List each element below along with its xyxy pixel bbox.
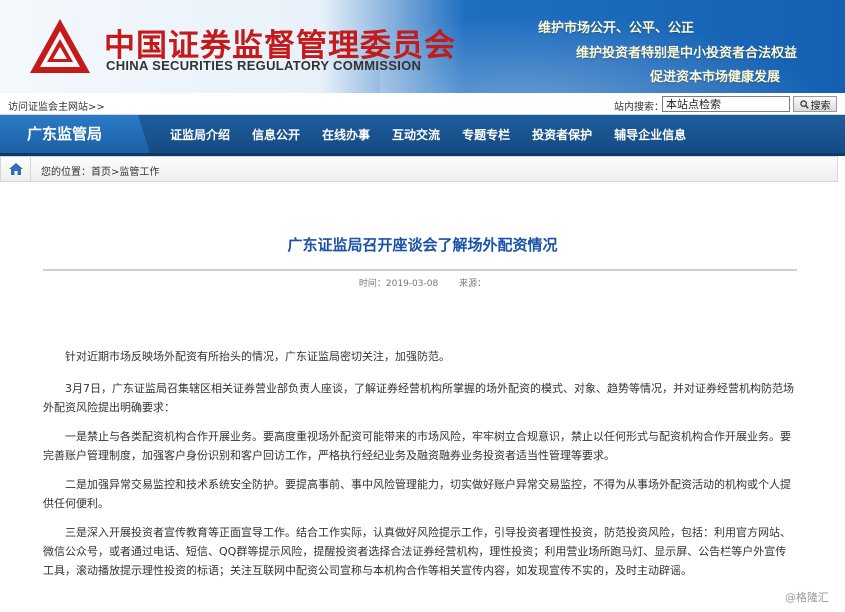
- article-paragraph-3: 一是禁止与各类配资机构合作开展业务。要高度重视场外配资可能带来的市场风险，牢牢树…: [43, 430, 791, 462]
- search-icon: [799, 99, 809, 109]
- nav-item-info-disclosure[interactable]: 信息公开: [252, 126, 300, 143]
- search-button-label: 搜索: [810, 100, 831, 112]
- article-title: 广东证监局召开座谈会了解场外配资情况: [287, 236, 558, 254]
- article-meta: 时间：2019-03-08 来源：: [0, 276, 845, 289]
- slogan-line-1: 维护市场公开、公平、公正: [538, 21, 695, 36]
- home-icon: [8, 163, 23, 175]
- search-button[interactable]: 搜索: [793, 96, 837, 112]
- home-button[interactable]: [1, 157, 31, 181]
- article-source: 来源：: [459, 279, 487, 289]
- slogan-line-2: 维护投资者特别是中小投资者合法权益: [576, 46, 798, 61]
- main-site-link[interactable]: 访问证监会主网站>>: [8, 98, 105, 113]
- article-paragraph-1: 针对近期市场反映场外配资有所抬头的情况，广东证监局密切关注，加强防范。: [65, 350, 450, 363]
- utility-bar: 访问证监会主网站>> 站内搜索： 搜索: [0, 93, 845, 115]
- search-input[interactable]: [662, 96, 790, 112]
- article-paragraph-2: 3月7日，广东证监局召集辖区相关证券营业部负责人座谈，了解证券经营机构所掌握的场…: [43, 382, 794, 414]
- nav-brand[interactable]: 广东监管局: [0, 115, 150, 153]
- article-paragraph-5: 三是深入开展投资者宣传教育等正面宣导工作。结合工作实际，认真做好风险提示工作，引…: [43, 526, 791, 577]
- csrc-logo-icon[interactable]: [28, 17, 92, 75]
- nav-item-counseling-info[interactable]: 辅导企业信息: [614, 126, 686, 143]
- breadcrumb: 您的位置：首页>监管工作: [0, 156, 838, 182]
- search-label: 站内搜索：: [614, 102, 664, 113]
- main-nav: 广东监管局 证监局介绍 信息公开 在线办事 互动交流 专题专栏 投资者保护 辅导…: [0, 115, 845, 153]
- nav-item-interaction[interactable]: 互动交流: [392, 126, 440, 143]
- article-paragraph-4: 二是加强异常交易监控和技术系统安全防护。要提高事前、事中风险管理能力，切实做好账…: [43, 478, 791, 510]
- slogan-line-3: 促进资本市场健康发展: [650, 70, 781, 85]
- logo-english-name: CHINA SECURITIES REGULATORY COMMISSION: [106, 58, 422, 73]
- breadcrumb-text: 您的位置：首页>监管工作: [41, 167, 160, 178]
- nav-item-special-topics[interactable]: 专题专栏: [462, 126, 510, 143]
- article-time: 时间：2019-03-08: [358, 279, 439, 289]
- header-banner: 中国证券监督管理委员会 CHINA SECURITIES REGULATORY …: [0, 0, 845, 93]
- nav-brand-label: 广东监管局: [27, 125, 103, 143]
- nav-item-online-services[interactable]: 在线办事: [322, 126, 370, 143]
- watermark: @格隆汇: [785, 591, 829, 604]
- title-divider: [43, 269, 797, 271]
- nav-menu: 证监局介绍 信息公开 在线办事 互动交流 专题专栏 投资者保护 辅导企业信息: [170, 115, 708, 153]
- nav-item-bureau-intro[interactable]: 证监局介绍: [170, 126, 230, 143]
- nav-item-investor-protection[interactable]: 投资者保护: [532, 126, 592, 143]
